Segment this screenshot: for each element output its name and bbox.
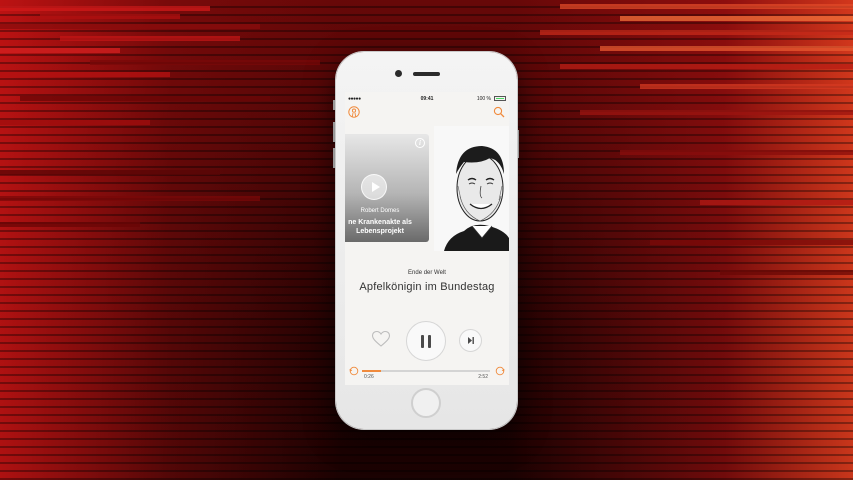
- power-button: [517, 130, 519, 158]
- battery-icon: [494, 96, 506, 101]
- search-icon[interactable]: [493, 106, 505, 118]
- pause-icon-bar-right: [428, 335, 431, 348]
- battery-percent: 100 %: [476, 96, 491, 102]
- podcaster-icon[interactable]: [348, 106, 360, 118]
- earpiece-speaker: [413, 72, 440, 76]
- background-stripe: [60, 36, 240, 41]
- info-icon[interactable]: i: [415, 138, 425, 148]
- rewind-15-icon[interactable]: [349, 366, 359, 376]
- progress-bar[interactable]: [362, 370, 490, 372]
- skip-next-button[interactable]: [459, 329, 482, 352]
- background-stripe: [0, 48, 120, 53]
- volume-up-button: [333, 122, 335, 142]
- background-stripe: [720, 270, 853, 275]
- background-stripe: [620, 150, 853, 155]
- background-stripe: [650, 240, 853, 245]
- elapsed-time: 0:26: [364, 374, 374, 380]
- app-screen: ●●●●● 09:41 100 % i Robert Domes ne Kran…: [345, 92, 509, 385]
- forward-15-icon[interactable]: [495, 366, 505, 376]
- background-stripe: [620, 16, 853, 21]
- background-stripe: [0, 120, 150, 125]
- background-stripe: [560, 4, 853, 9]
- skip-next-icon: [468, 337, 474, 344]
- show-name: Ende der Welt: [408, 270, 446, 276]
- background-stripe: [0, 6, 210, 11]
- background-stripe: [20, 96, 270, 101]
- background-stripe: [640, 84, 853, 89]
- background-stripe: [0, 24, 260, 29]
- home-button[interactable]: [411, 388, 441, 418]
- status-bar: ●●●●● 09:41 100 %: [345, 92, 509, 104]
- front-camera: [395, 70, 402, 77]
- mute-switch: [333, 100, 335, 110]
- heart-icon[interactable]: [371, 330, 391, 348]
- total-time: 2:52: [478, 374, 488, 380]
- track-title: Apfelkönigin im Bundestag: [359, 281, 495, 293]
- background-stripe: [540, 30, 853, 35]
- play-icon[interactable]: [361, 174, 387, 200]
- background-stripe: [40, 14, 180, 19]
- volume-down-button: [333, 148, 335, 168]
- author-portrait: [434, 126, 509, 251]
- background-stripe: [700, 200, 853, 205]
- background-stripe: [600, 46, 853, 51]
- background-stripe: [560, 64, 853, 69]
- progress-fill: [362, 370, 382, 372]
- background-stripe: [0, 72, 170, 77]
- background-stripe: [0, 222, 140, 227]
- episode-card[interactable]: i Robert Domes ne Krankenakte als Lebens…: [345, 134, 429, 242]
- background-stripe: [90, 60, 320, 65]
- background-stripe: [580, 110, 853, 115]
- episode-author: Robert Domes: [360, 208, 400, 214]
- pause-icon-bar-left: [421, 335, 424, 348]
- background-stripe: [0, 170, 220, 175]
- pause-button[interactable]: [406, 321, 446, 361]
- background-stripe: [0, 196, 260, 201]
- episode-title: ne Krankenakte als Lebensprojekt: [348, 219, 412, 235]
